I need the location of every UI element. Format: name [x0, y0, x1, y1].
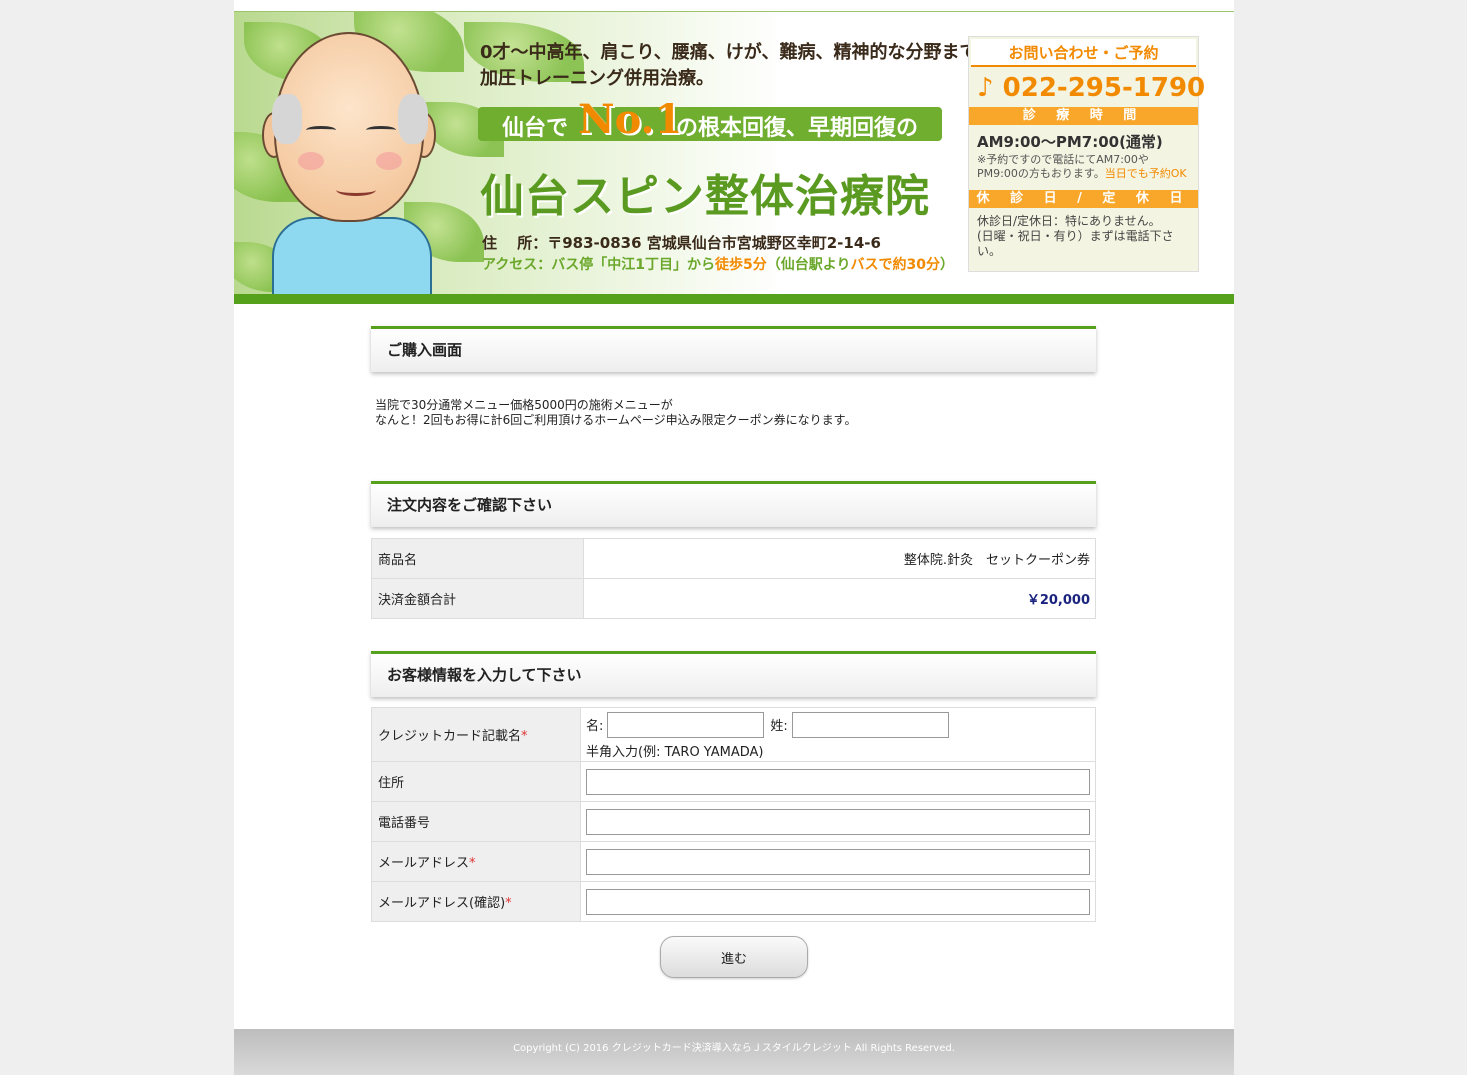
first-name-label: 名:: [586, 719, 604, 734]
holiday-note: 休診日/定休日：特にありません。 (日曜・祝日・有り）まずは電話下さい。: [969, 208, 1198, 265]
hours-note-highlight: 当日でも予約OK: [1104, 167, 1187, 180]
intro-line2: なんと！2回もお得に計6回ご利用頂けるホームページ申込み限定クーポン券になります…: [375, 413, 857, 427]
access-walk: 徒歩5分: [715, 257, 767, 273]
doctor-cheek: [298, 152, 324, 170]
header-banner: 0才～中高年、肩こり、腰痛、けが、難病、精神的な分野まで 加圧トレーニング併用治…: [234, 11, 1234, 296]
phone-input[interactable]: [586, 808, 1090, 835]
doctor-mouth: [336, 184, 376, 196]
doctor-eye: [366, 126, 396, 134]
no1-suffix: の根本回復、早期回復の: [676, 116, 919, 141]
doctor-hair: [272, 94, 302, 144]
footer-copyright: Copyright (C) 2016 クレジットカード決済導入ならＪスタイルクレ…: [234, 1029, 1234, 1075]
doctor-eye: [306, 126, 336, 134]
order-section-title: 注文内容をご確認下さい: [371, 481, 1096, 527]
no1-prefix: 仙台で: [502, 116, 569, 141]
table-row: 住所: [371, 761, 1096, 802]
address-input[interactable]: [586, 768, 1090, 795]
total-label: 決済金額合計: [371, 578, 584, 619]
hours-main: AM9:00〜PM7:00(通常): [977, 133, 1163, 151]
first-name-input[interactable]: [607, 711, 765, 738]
email-confirm-cell: [580, 881, 1096, 922]
card-name-hint: 半角入力(例: TARO YAMADA): [586, 744, 764, 760]
holiday-line2: (日曜・祝日・有り）まずは電話下さい。: [977, 229, 1174, 258]
email-input[interactable]: [586, 848, 1090, 875]
intro-line1: 当院で30分通常メニュー価格5000円の施術メニューが: [375, 398, 673, 412]
card-name-inputs: 名: 姓:: [586, 711, 1090, 738]
doctor-hair: [398, 94, 428, 144]
contact-title: お問い合わせ・ご予約: [971, 39, 1196, 67]
card-name-label-text: クレジットカード記載名: [378, 729, 522, 744]
lead-line-2: 加圧トレーニング併用治療。: [480, 68, 714, 89]
hours-note-line1: ※予約ですので電話にてAM7:00や: [977, 153, 1149, 166]
address-cell: [580, 761, 1096, 802]
email-confirm-label-text: メールアドレス(確認): [378, 896, 506, 911]
order-table: 商品名 整体院.針灸 セットクーポン券 決済金額合計 ￥20,000: [371, 538, 1096, 619]
hours-note-text: PM9:00の方もおります。: [977, 167, 1105, 180]
table-row: メールアドレス(確認)*: [371, 881, 1096, 922]
last-name-label: 姓:: [770, 719, 788, 734]
phone-icon: ♪: [977, 73, 994, 103]
customer-section-title: お客様情報を入力して下さい: [371, 651, 1096, 697]
access-bus: バスで約30分: [850, 257, 941, 273]
required-mark: *: [469, 856, 476, 871]
doctor-head: [272, 32, 428, 222]
doctor-cheek: [376, 152, 402, 170]
table-row: 電話番号: [371, 801, 1096, 842]
phone-label: 電話番号: [371, 801, 581, 842]
access-prefix: アクセス：バス停「中江1丁目」から: [482, 257, 716, 273]
email-confirm-input[interactable]: [586, 888, 1090, 915]
card-name-cell: 名: 姓: 半角入力(例: TARO YAMADA): [580, 707, 1096, 762]
holiday-band: 休 診 日 / 定 休 日: [969, 190, 1198, 208]
email-label-text: メールアドレス: [378, 856, 470, 871]
clinic-address: 住 所：〒983-0836 宮城県仙台市宮城野区幸町2-14-6: [482, 234, 881, 252]
hours-note: ※予約ですので電話にてAM7:00や PM9:00の方もおります。当日でも予約O…: [969, 152, 1198, 182]
lead-line-1: 0才～中高年、肩こり、腰痛、けが、難病、精神的な分野まで: [480, 42, 978, 63]
purchase-intro: 当院で30分通常メニュー価格5000円の施術メニューが なんと！2回もお得に計6…: [371, 398, 1096, 428]
table-row: クレジットカード記載名* 名: 姓: 半角入力(例: TARO YAMADA): [371, 707, 1096, 762]
header-green-bar: [234, 294, 1234, 304]
holiday-line1: 休診日/定休日：特にありません。: [977, 214, 1161, 228]
doctor-shirt: [272, 217, 432, 296]
no1-badge: No.1: [578, 96, 683, 143]
access-mid: （仙台駅より: [766, 257, 851, 273]
purchase-section-title: ご購入画面: [371, 326, 1096, 372]
product-label: 商品名: [371, 538, 584, 579]
last-name-input[interactable]: [791, 711, 949, 738]
customer-form-table: クレジットカード記載名* 名: 姓: 半角入力(例: TARO YAMADA) …: [371, 707, 1096, 922]
main-content: ご購入画面 当院で30分通常メニュー価格5000円の施術メニューが なんと！2回…: [371, 326, 1096, 922]
required-mark: *: [521, 729, 528, 744]
email-confirm-label: メールアドレス(確認)*: [371, 881, 581, 922]
doctor-illustration: [262, 32, 442, 296]
table-row: 決済金額合計 ￥20,000: [371, 578, 1096, 619]
clinic-name: 仙台スピン整体治療院: [480, 171, 930, 222]
email-cell: [580, 841, 1096, 882]
phone-cell: [580, 801, 1096, 842]
page-wrapper: 0才～中高年、肩こり、腰痛、けが、難病、精神的な分野まで 加圧トレーニング併用治…: [234, 0, 1234, 1075]
phone-number[interactable]: ♪ 022-295-1790: [969, 69, 1205, 107]
required-mark: *: [505, 896, 512, 911]
email-label: メールアドレス*: [371, 841, 581, 882]
table-row: 商品名 整体院.針灸 セットクーポン券: [371, 538, 1096, 579]
table-row: メールアドレス*: [371, 841, 1096, 882]
clinic-access: アクセス：バス停「中江1丁目」から徒歩5分（仙台駅よりバスで約30分）: [482, 254, 954, 274]
access-suffix: ）: [940, 257, 955, 273]
contact-box: お問い合わせ・ご予約 ♪ 022-295-1790 診 療 時 間 AM9:00…: [968, 36, 1205, 272]
card-name-label: クレジットカード記載名*: [371, 707, 581, 762]
next-button[interactable]: 進む: [660, 936, 808, 978]
phone-number-text: 022-295-1790: [1002, 73, 1206, 103]
total-value: ￥20,000: [583, 578, 1096, 619]
hours-note-line2: PM9:00の方もおります。当日でも予約OK: [977, 167, 1190, 181]
hours-band: 診 療 時 間: [969, 107, 1198, 125]
product-value: 整体院.針灸 セットクーポン券: [583, 538, 1096, 579]
address-label: 住所: [371, 761, 581, 802]
